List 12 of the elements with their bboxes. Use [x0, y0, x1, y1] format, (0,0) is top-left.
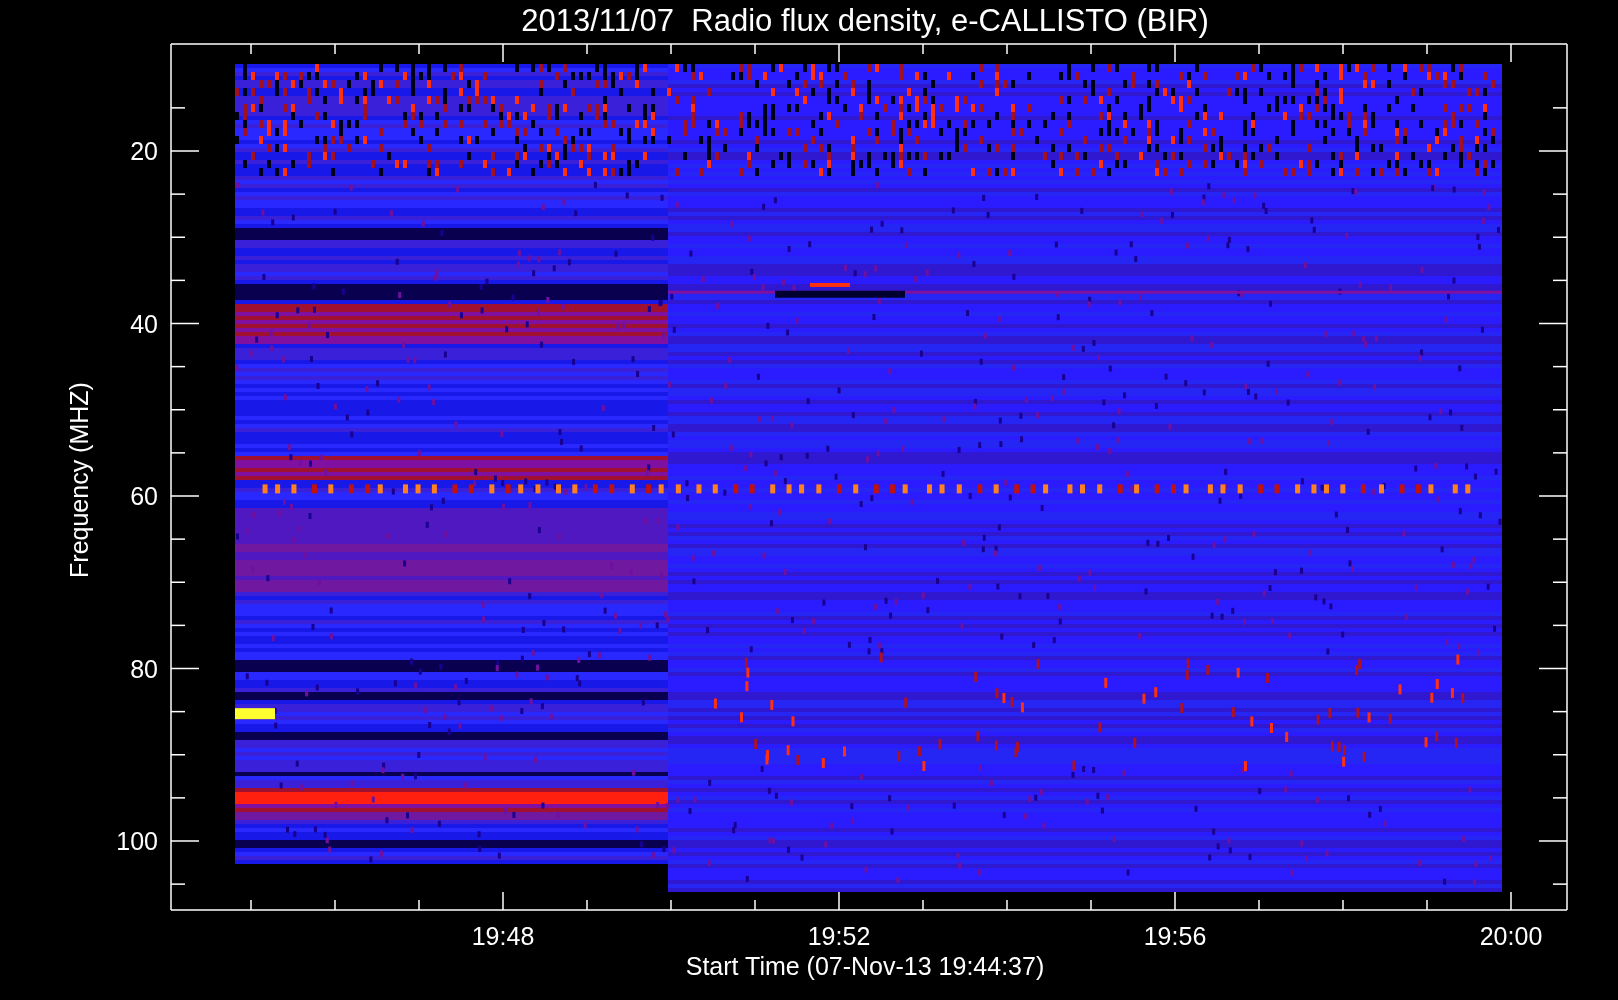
tick-label: 19:56: [1143, 922, 1207, 950]
chart-title: 2013/11/07 Radio flux density, e-CALLISTO (BIR): [521, 3, 1209, 38]
tick-label: 100: [116, 827, 158, 855]
tick-label: 19:48: [471, 922, 535, 950]
tick-label: 60: [130, 482, 158, 510]
tick-label: 20:00: [1479, 922, 1543, 950]
axis-label: Frequency (MHZ): [65, 382, 93, 578]
axis-label: Start Time (07-Nov-13 19:44:37): [685, 952, 1045, 980]
tick-label: 20: [130, 137, 158, 165]
tick-label: 40: [130, 309, 158, 338]
tick-label: 80: [130, 654, 158, 683]
tick-label: 19:52: [807, 922, 871, 950]
